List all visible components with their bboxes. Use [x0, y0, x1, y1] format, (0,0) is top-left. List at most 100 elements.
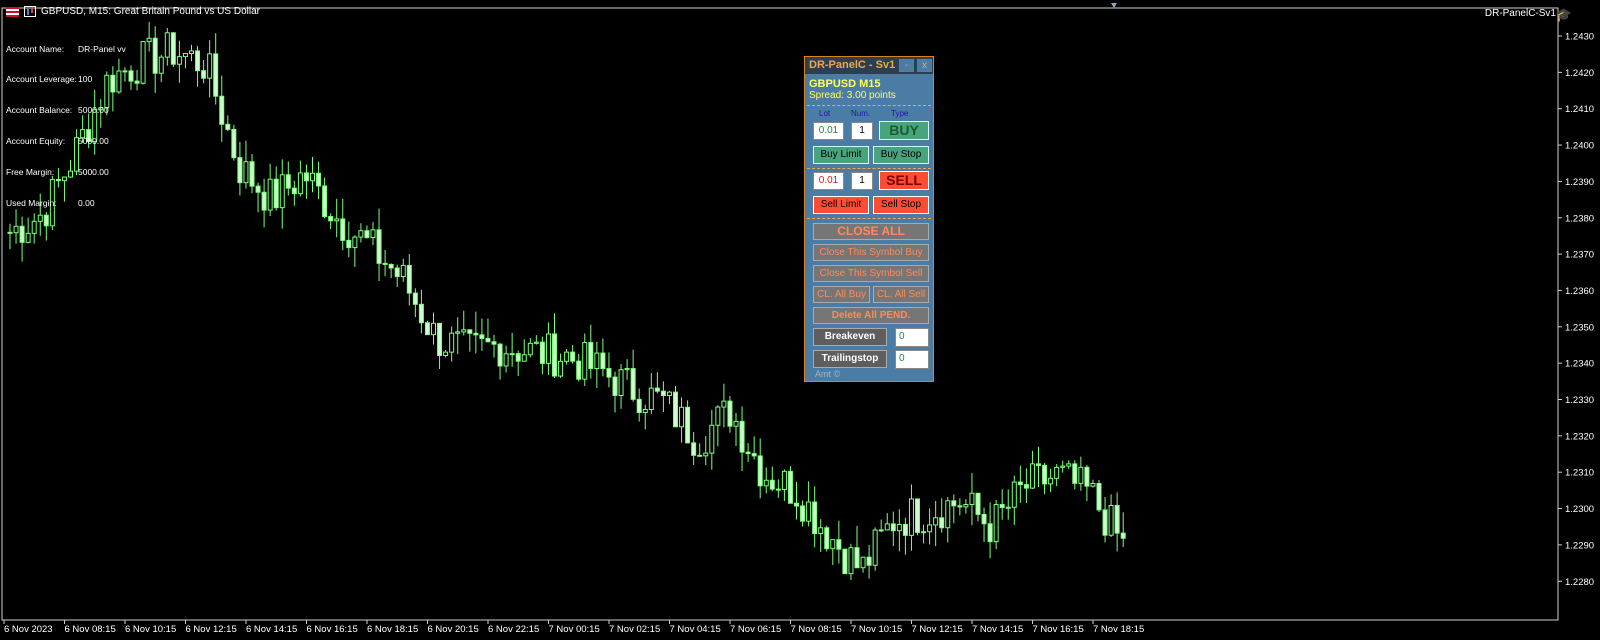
x-tick-label: 7 Nov 08:15 — [791, 624, 842, 635]
breakeven-input[interactable]: 0 — [895, 328, 929, 347]
candle-body — [1090, 483, 1096, 487]
close-all-sell-button[interactable]: CL. All Sell — [873, 286, 929, 303]
candle-body — [902, 523, 908, 536]
x-tick-label: 7 Nov 18:15 — [1093, 624, 1144, 635]
candle-body — [1029, 463, 1035, 489]
sell-lot-input[interactable]: 0.01 — [813, 172, 844, 190]
candle-body — [412, 292, 418, 305]
close-panel-button[interactable]: x — [917, 59, 932, 72]
close-symbol-buy-button[interactable]: Close This Symbol Buy — [813, 244, 929, 261]
candle-body — [231, 128, 237, 159]
candle-body — [709, 424, 715, 454]
close-all-buy-button[interactable]: CL. All Buy — [813, 286, 870, 303]
close-all-button[interactable]: CLOSE ALL — [813, 223, 929, 240]
graduation-cap-icon[interactable]: 🎓 — [1556, 7, 1572, 23]
delete-pending-button[interactable]: Delete All PEND. — [813, 307, 929, 324]
account-equity-label: Account Equity: — [6, 136, 66, 147]
candle-body — [461, 329, 467, 333]
candle-body — [878, 529, 884, 532]
candle-body — [642, 409, 648, 414]
buy-button[interactable]: BUY — [879, 121, 929, 140]
candle-body — [1072, 463, 1078, 484]
candle-body — [219, 95, 225, 125]
candle-body — [552, 333, 557, 377]
candle-body — [503, 353, 509, 367]
candle-body — [824, 527, 830, 550]
candle-body — [612, 376, 618, 396]
panel-title-bar[interactable]: DR-PanelC - Sv1 - x — [805, 57, 933, 74]
candle-body — [660, 390, 666, 397]
candle-body — [473, 332, 479, 336]
candle-body — [908, 498, 914, 536]
candle-body — [800, 505, 806, 522]
y-tick-label: 1.2290 — [1565, 540, 1594, 551]
sell-stop-button[interactable]: Sell Stop — [873, 196, 929, 214]
candle-body — [648, 387, 654, 411]
candle-body — [207, 53, 213, 79]
candle-body — [1078, 466, 1084, 484]
candle-body — [1054, 466, 1060, 479]
candle-body — [7, 231, 13, 234]
candle-body — [1102, 509, 1108, 536]
candle-body — [400, 264, 406, 278]
candle-body — [334, 218, 340, 222]
candle-body — [25, 232, 31, 243]
buy-stop-button[interactable]: Buy Stop — [873, 146, 929, 164]
buy-num-input[interactable]: 1 — [851, 122, 873, 140]
candle-body — [969, 492, 975, 506]
trailingstop-input[interactable]: 0 — [895, 350, 929, 369]
candle-body — [297, 172, 303, 195]
x-tick-label: 7 Nov 16:15 — [1033, 624, 1084, 635]
buy-lot-input[interactable]: 0.01 — [813, 122, 844, 140]
candle-body — [951, 500, 957, 507]
y-tick-label: 1.2380 — [1565, 213, 1594, 224]
panel-symbol: GBPUSD M15 — [809, 78, 881, 90]
y-tick-label: 1.2320 — [1565, 431, 1594, 442]
x-tick-label: 6 Nov 08:15 — [65, 624, 116, 635]
candle-body — [751, 453, 757, 457]
candle-body — [322, 185, 328, 218]
candle-body — [872, 529, 878, 566]
candle-body — [721, 400, 727, 408]
candle-body — [1084, 466, 1090, 487]
minimize-button[interactable]: - — [899, 59, 914, 72]
candle-body — [455, 331, 461, 334]
candle-body — [1036, 463, 1041, 466]
sell-limit-button[interactable]: Sell Limit — [813, 196, 869, 214]
candle-body — [467, 329, 473, 334]
candle-body — [303, 172, 309, 182]
candle-body — [727, 400, 733, 427]
candle-body — [176, 56, 182, 65]
chart-frame — [1, 7, 1559, 621]
candle-body — [237, 157, 243, 184]
panel-spread: Spread: 3.00 points — [809, 90, 896, 101]
trade-panel: DR-PanelC - Sv1 - x GBPUSD M15 Spread: 3… — [804, 56, 934, 382]
candle-body — [582, 342, 588, 380]
sell-num-input[interactable]: 1 — [851, 172, 873, 190]
candle-body — [848, 547, 854, 575]
candle-body — [352, 236, 358, 249]
candle-body — [854, 547, 860, 569]
candle-body — [975, 492, 981, 515]
candle-body — [679, 406, 685, 428]
divider — [807, 168, 931, 169]
x-tick-label: 7 Nov 04:15 — [670, 624, 721, 635]
candle-body — [564, 351, 570, 362]
candle-body — [697, 454, 703, 457]
window-title: GBPUSD, M15: Great Britain Pound vs US D… — [41, 6, 260, 17]
candle-body — [146, 37, 152, 43]
y-tick-label: 1.2410 — [1565, 104, 1594, 115]
sell-button[interactable]: SELL — [879, 171, 929, 190]
candle-body — [576, 360, 582, 380]
candle-body — [152, 37, 158, 74]
candle-body — [394, 267, 400, 278]
x-tick-label: 7 Nov 02:15 — [609, 624, 660, 635]
buy-limit-button[interactable]: Buy Limit — [813, 146, 869, 164]
price-chart[interactable]: 1.2430 1.2420 1.2410 1.2400 1.2390 1.2380 1.23… — [0, 0, 1600, 640]
used-margin-label: Used Margin: — [6, 198, 57, 209]
x-tick-label: 6 Nov 22:15 — [488, 624, 539, 635]
breakeven-button[interactable]: Breakeven — [813, 328, 887, 346]
account-balance-label: Account Balance: — [6, 105, 73, 116]
trailingstop-button[interactable]: Trailingstop — [813, 350, 887, 368]
close-symbol-sell-button[interactable]: Close This Symbol Sell — [813, 265, 929, 282]
